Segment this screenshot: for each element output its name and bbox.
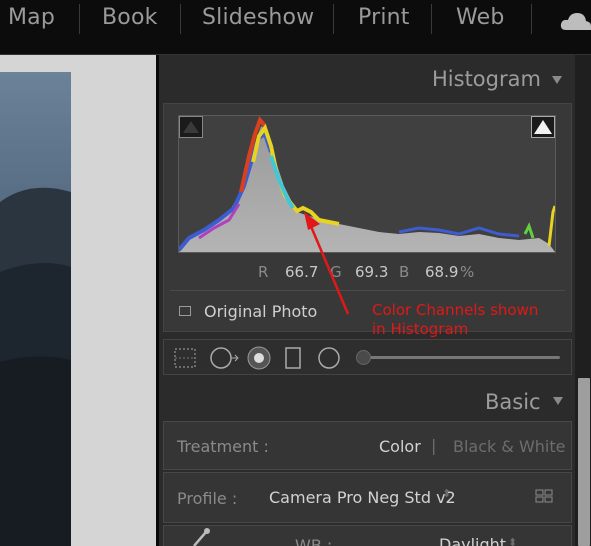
adjustment-brush-slider[interactable] [362, 356, 560, 359]
module-slideshow[interactable]: Slideshow [202, 5, 314, 30]
treatment-color-button[interactable]: Color [379, 437, 421, 456]
percent-unit: % [460, 263, 475, 281]
wb-dropdown[interactable]: Daylight [439, 535, 506, 546]
histogram-graph[interactable] [177, 115, 557, 253]
histogram-curves [177, 116, 557, 252]
original-photo-checkbox[interactable] [179, 306, 191, 316]
treatment-bw-button[interactable]: Black & White [453, 437, 565, 456]
cloud-icon[interactable] [560, 10, 591, 32]
module-separator [333, 4, 334, 34]
red-eye-icon[interactable] [246, 345, 272, 371]
basic-section-header[interactable]: Basic [159, 382, 575, 420]
module-separator [431, 4, 432, 34]
module-web[interactable]: Web [456, 5, 505, 30]
spot-removal-icon[interactable] [209, 345, 239, 371]
crop-overlay-icon[interactable] [173, 347, 197, 369]
highlight-clipping-icon[interactable] [531, 116, 555, 138]
module-separator [79, 4, 80, 34]
blue-value: 68.9 [425, 263, 459, 281]
module-separator [180, 4, 181, 34]
module-print[interactable]: Print [358, 5, 410, 30]
blue-label: B [399, 263, 410, 281]
profile-browser-icon[interactable] [535, 489, 553, 503]
white-balance-selector-icon[interactable] [190, 528, 212, 546]
panel-scrollbar-thumb[interactable] [578, 378, 590, 546]
module-map[interactable]: Map [8, 5, 55, 30]
module-picker: Map Book Slideshow Print Web [0, 0, 591, 55]
green-value: 69.3 [355, 263, 389, 281]
adjustment-brush-icon[interactable] [356, 350, 371, 365]
shadow-clipping-icon[interactable] [179, 116, 203, 138]
triangle-down-icon[interactable] [552, 76, 562, 84]
basic-title: Basic [485, 390, 541, 414]
shadow-clipping-triangle [183, 121, 199, 133]
photo-canvas [0, 55, 156, 546]
annotation-text: Color Channels shown in Histogram [372, 301, 538, 339]
radial-filter-icon[interactable] [317, 346, 341, 370]
triangle-down-icon[interactable] [553, 397, 563, 405]
highlight-clipping-triangle [534, 120, 552, 134]
annotation-line-2: in Histogram [372, 320, 469, 338]
module-separator [531, 4, 532, 34]
photo-landscape-image [0, 187, 71, 546]
histogram-divider [170, 290, 565, 291]
chevron-updown-icon[interactable]: ⬍ [508, 536, 517, 546]
chevron-updown-icon[interactable]: ⬍ [442, 487, 451, 500]
treatment-label: Treatment : [177, 437, 269, 456]
annotation-arrow-icon [304, 212, 350, 315]
photo-preview[interactable] [0, 72, 71, 546]
graduated-filter-icon[interactable] [284, 346, 302, 370]
module-book[interactable]: Book [102, 5, 158, 30]
red-label: R [258, 263, 269, 281]
annotation-line-1: Color Channels shown [372, 301, 539, 319]
profile-dropdown[interactable]: Camera Pro Neg Std v2 [269, 488, 456, 507]
profile-label: Profile : [177, 489, 238, 508]
wb-label: WB : [295, 536, 333, 546]
histogram-title[interactable]: Histogram [432, 67, 541, 91]
treatment-divider: | [431, 436, 437, 455]
